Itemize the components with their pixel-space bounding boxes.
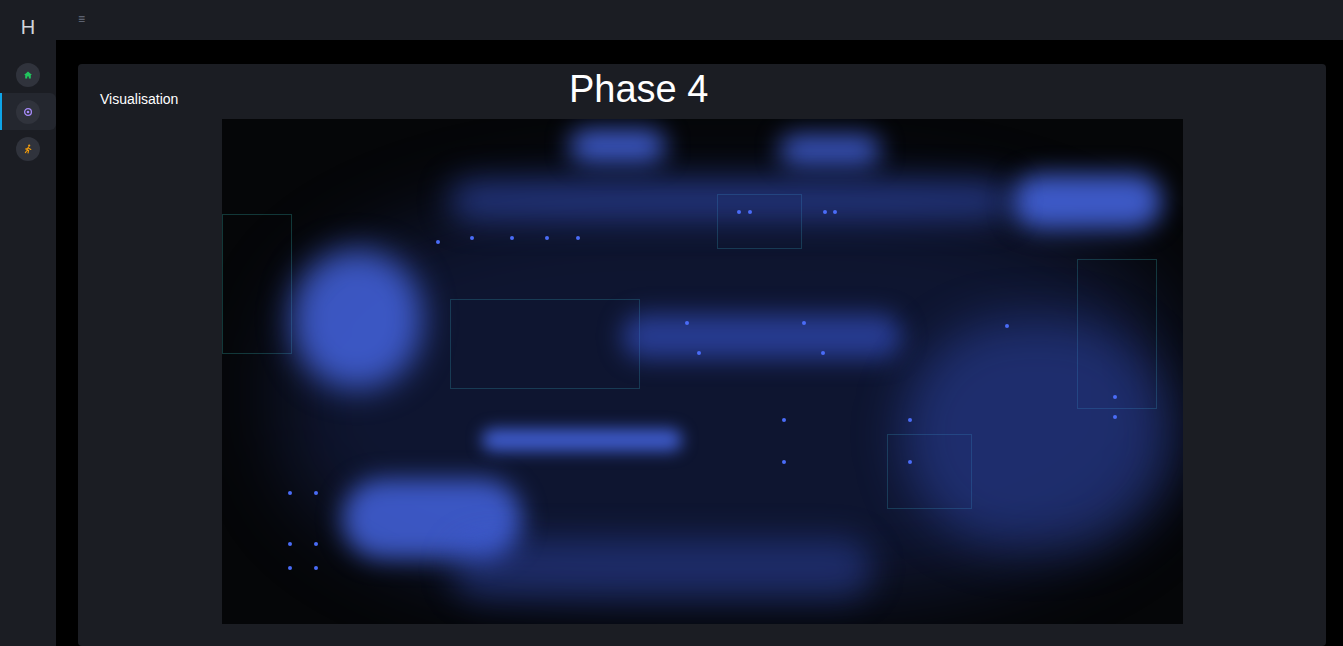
- sensor-dot: [1113, 395, 1117, 399]
- runner-icon: [23, 144, 33, 154]
- heat-blob: [482, 429, 682, 451]
- topbar: ≡: [56, 0, 1343, 40]
- sensor-dot: [510, 236, 514, 240]
- sensor-dot: [823, 210, 827, 214]
- heat-blob: [570, 130, 665, 162]
- sensor-dot: [802, 321, 806, 325]
- sidebar-icon-button[interactable]: [16, 100, 40, 124]
- heatmap-image: [222, 119, 1183, 624]
- heat-blob: [902, 319, 1172, 549]
- sensor-dot: [1005, 324, 1009, 328]
- heat-blob: [622, 314, 902, 359]
- sensor-dot: [288, 542, 292, 546]
- card-title: Visualisation: [100, 91, 178, 107]
- heat-blob: [292, 249, 422, 389]
- sensor-dot: [314, 542, 318, 546]
- sensor-dot: [782, 460, 786, 464]
- sidebar-nav: [0, 56, 56, 167]
- sensor-dot: [821, 351, 825, 355]
- visualisation-card: Visualisation Phase 4: [78, 64, 1326, 646]
- sensor-dot: [545, 236, 549, 240]
- sensor-dot: [576, 236, 580, 240]
- sensor-dot: [288, 566, 292, 570]
- target-icon: [23, 107, 33, 117]
- sidebar-item[interactable]: [0, 130, 56, 167]
- phase-heading: Phase 4: [569, 68, 708, 110]
- sensor-dot: [908, 460, 912, 464]
- sensor-dot: [737, 210, 741, 214]
- sidebar: H: [0, 0, 56, 646]
- sensor-dot: [782, 418, 786, 422]
- sensor-dot: [697, 351, 701, 355]
- floorplan-room: [222, 214, 292, 354]
- sensor-dot: [436, 240, 440, 244]
- home-icon: [23, 70, 33, 80]
- sensor-dot: [908, 418, 912, 422]
- menu-button[interactable]: ≡: [78, 12, 85, 26]
- app: H ≡ Visualisation Phase 4: [0, 0, 1343, 646]
- heat-blob: [780, 135, 880, 165]
- content: Visualisation Phase 4: [56, 40, 1343, 646]
- sensor-dot: [314, 566, 318, 570]
- sidebar-item[interactable]: [0, 56, 56, 93]
- sensor-dot: [1113, 415, 1117, 419]
- heat-blob: [1012, 174, 1162, 229]
- sensor-dot: [470, 236, 474, 240]
- sensor-dot: [685, 321, 689, 325]
- sidebar-item[interactable]: [0, 93, 56, 130]
- sidebar-icon-button[interactable]: [16, 137, 40, 161]
- sidebar-icon-button[interactable]: [16, 63, 40, 87]
- sensor-dot: [288, 491, 292, 495]
- heat-blob: [450, 181, 1010, 219]
- logo[interactable]: H: [21, 15, 35, 39]
- heat-blob: [452, 539, 872, 599]
- sensor-dot: [833, 210, 837, 214]
- sensor-dot: [748, 210, 752, 214]
- sensor-dot: [314, 491, 318, 495]
